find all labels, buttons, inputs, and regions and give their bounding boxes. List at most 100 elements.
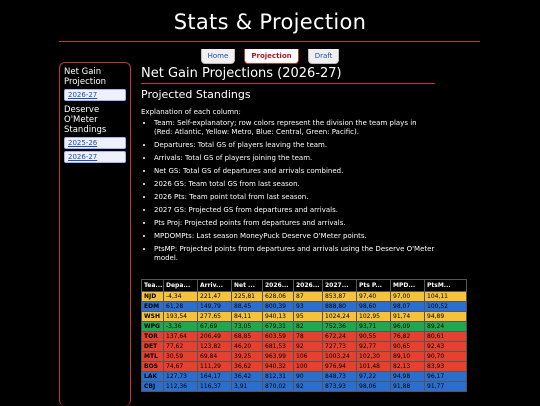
table-cell: 102,95 [356, 311, 391, 322]
sidebar-heading-net-gain: Net Gain Projection [64, 67, 107, 87]
table-cell: 106 [293, 351, 323, 362]
tab-projection[interactable]: Projection [244, 49, 299, 64]
column-header[interactable]: Pts P... [356, 279, 391, 292]
table-cell: 940,13 [262, 311, 294, 322]
column-header[interactable]: Tea... [141, 279, 164, 292]
column-header[interactable]: 2026... [262, 279, 294, 292]
team-cell: LAK [141, 371, 164, 382]
sidebar-link-net-gain-2026-27[interactable]: 2026-27 [64, 89, 126, 101]
table-cell: 102,30 [356, 351, 391, 362]
table-cell: 73,05 [231, 321, 263, 332]
table-cell: 963,99 [262, 351, 294, 362]
table-cell: 603,59 [262, 331, 294, 342]
table-cell: 83,93 [424, 361, 467, 372]
table-cell: 68,85 [231, 331, 263, 342]
team-cell: MTL [141, 351, 164, 362]
table-body: NJD -4,34 221,47 225,81 628,06 87 853,87 97,40 9… [141, 291, 467, 392]
table-cell: 46,20 [231, 341, 263, 352]
table-cell: 96,17 [424, 371, 467, 382]
table-cell: 206,49 [197, 331, 232, 342]
list-item: Departures: Total GS of players leaving … [154, 141, 435, 150]
table-cell: 87 [293, 291, 323, 302]
table-cell: 36,42 [231, 371, 263, 382]
standings-table: Tea... Depa... Arriv... Net ... 2026... 2026.… [141, 279, 467, 392]
table-cell: 98,60 [356, 301, 391, 312]
table-cell: 89,10 [390, 351, 425, 362]
site-title: Stats & Projection [173, 10, 367, 34]
team-cell: BOS [141, 361, 164, 372]
table-cell: 104,11 [424, 291, 467, 302]
table-cell: 628,06 [262, 291, 294, 302]
column-header[interactable]: PtsM... [424, 279, 467, 292]
table-cell: 116,37 [197, 381, 232, 392]
table-cell: 1024,24 [322, 311, 357, 322]
table-cell: 36,62 [231, 361, 263, 372]
table-cell: 67,69 [197, 321, 232, 332]
table-cell: 225,81 [231, 291, 263, 302]
table-cell: 88,45 [231, 301, 263, 312]
table-cell: 97,40 [356, 291, 391, 302]
column-header[interactable]: 2027... [322, 279, 357, 292]
table-cell: 90,70 [424, 351, 467, 362]
table-cell: 870,02 [262, 381, 294, 392]
table-header-row: Tea... Depa... Arriv... Net ... 2026... 2026.… [141, 279, 467, 292]
table-cell: 277,65 [197, 311, 232, 322]
table-cell: 127,73 [163, 371, 198, 382]
table-cell: 97,00 [390, 291, 425, 302]
table-cell: 39,25 [231, 351, 263, 362]
table-cell: 76,82 [390, 331, 425, 342]
sidebar-link-deserve-2025-26[interactable]: 2025-26 [64, 137, 126, 149]
tab-draft[interactable]: Draft [307, 49, 340, 64]
column-header[interactable]: MPD... [390, 279, 425, 292]
table-cell: 193,54 [163, 311, 198, 322]
table-cell: 30,59 [163, 351, 198, 362]
section-title: Projected Standings [141, 88, 251, 101]
table-cell: 164,17 [197, 371, 232, 382]
table-cell: 94,89 [424, 311, 467, 322]
table-cell: -4,34 [163, 291, 198, 302]
table-cell: 91,77 [424, 381, 467, 392]
table-cell: 61,28 [163, 301, 198, 312]
table-cell: 74,67 [163, 361, 198, 372]
table-row: WSH 193,54 277,65 84,11 940,13 95 1024,24 102,9… [141, 311, 467, 322]
column-header[interactable]: Depa... [163, 279, 198, 292]
table-cell: 3,91 [231, 381, 263, 392]
table-cell: 90 [293, 371, 323, 382]
table-cell: 84,11 [231, 311, 263, 322]
heading-divider [141, 83, 435, 84]
column-header[interactable]: Net ... [231, 279, 263, 292]
column-header[interactable]: 2026... [293, 279, 323, 292]
table-cell: 800,39 [262, 301, 294, 312]
sidebar-heading-deserve-ometer: Deserve O'Meter Standings [64, 105, 107, 135]
table-cell: 221,47 [197, 291, 232, 302]
table-cell: 101,48 [356, 361, 391, 372]
table-cell: 95 [293, 311, 323, 322]
table-cell: 848,73 [322, 371, 357, 382]
column-header[interactable]: Arriv... [197, 279, 232, 292]
table-row: CBJ 112,36 116,37 3,91 870,02 92 873,93 98,06 91… [141, 381, 467, 392]
table-row: WPG -3,36 67,69 73,05 679,31 82 752,36 93,71 96,… [141, 321, 467, 332]
list-item: MPDOMPts: Last season MoneyPuck Deserve … [154, 232, 435, 241]
table-cell: -3,36 [163, 321, 198, 332]
table-cell: 69,84 [197, 351, 232, 362]
list-item: Arrivals: Total GS of players joining th… [154, 154, 435, 163]
table-cell: 98,06 [356, 381, 391, 392]
sidebar-link-deserve-2026-27[interactable]: 2026-27 [64, 151, 126, 163]
title-divider [59, 41, 480, 42]
table-cell: 92,43 [424, 341, 467, 352]
table-cell: 89,24 [424, 321, 467, 332]
column-explanation-list: Team: Self-explanatory; row colors repre… [141, 119, 435, 263]
table-cell: 873,93 [322, 381, 357, 392]
list-item: Pts Proj: Projected points from departur… [154, 219, 435, 228]
list-item: 2026 GS: Team total GS from last season. [154, 180, 435, 189]
table-cell: 78 [293, 331, 323, 342]
table-cell: 976,94 [322, 361, 357, 372]
main-tabs: Home Projection Draft [0, 43, 540, 64]
team-cell: WPG [141, 321, 164, 332]
tab-home[interactable]: Home [200, 49, 236, 64]
table-row: DET 77,62 123,82 46,20 681,53 92 727,73 92,77 90… [141, 341, 467, 352]
table-cell: 96,09 [390, 321, 425, 332]
table-cell: 93 [293, 301, 323, 312]
table-cell: 123,82 [197, 341, 232, 352]
table-cell: 77,62 [163, 341, 198, 352]
